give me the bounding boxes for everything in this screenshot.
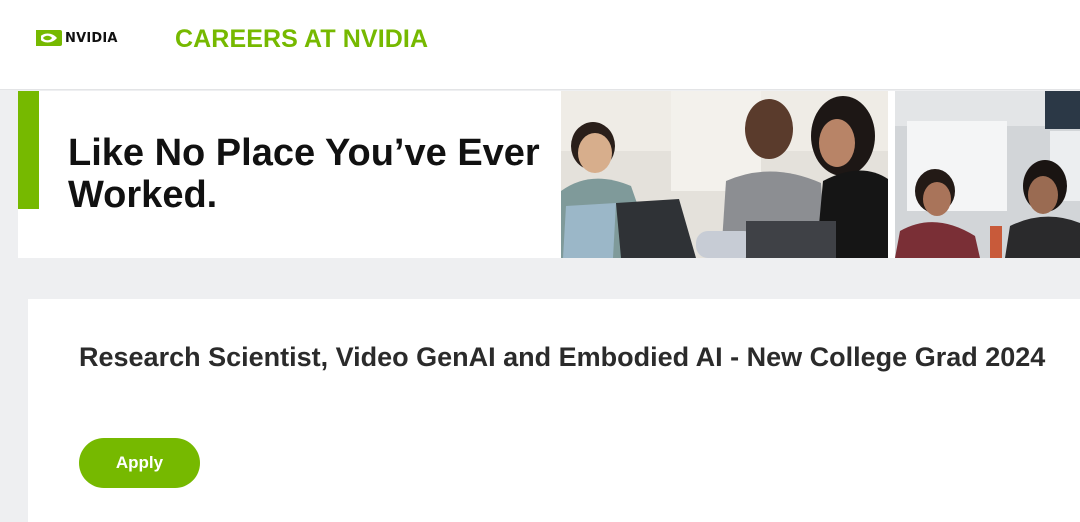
nvidia-eye-icon (36, 30, 62, 46)
site-header: NVIDIA CAREERS AT NVIDIA (0, 0, 1080, 90)
apply-button[interactable]: Apply (79, 438, 200, 488)
nvidia-logo[interactable]: NVIDIA (36, 27, 118, 49)
hero-banner: Like No Place You’ve Ever Worked. (18, 91, 1080, 258)
job-card: Research Scientist, Video GenAI and Embo… (28, 299, 1080, 522)
job-title: Research Scientist, Video GenAI and Embo… (79, 342, 1046, 372)
banner-headline: Like No Place You’ve Ever Worked. (68, 132, 540, 216)
careers-title-link[interactable]: CAREERS AT NVIDIA (175, 25, 428, 54)
team-photo-office (895, 91, 1080, 258)
logo-wordmark: NVIDIA (65, 30, 118, 46)
accent-bar (18, 91, 39, 209)
team-photo-laptops (561, 91, 888, 258)
